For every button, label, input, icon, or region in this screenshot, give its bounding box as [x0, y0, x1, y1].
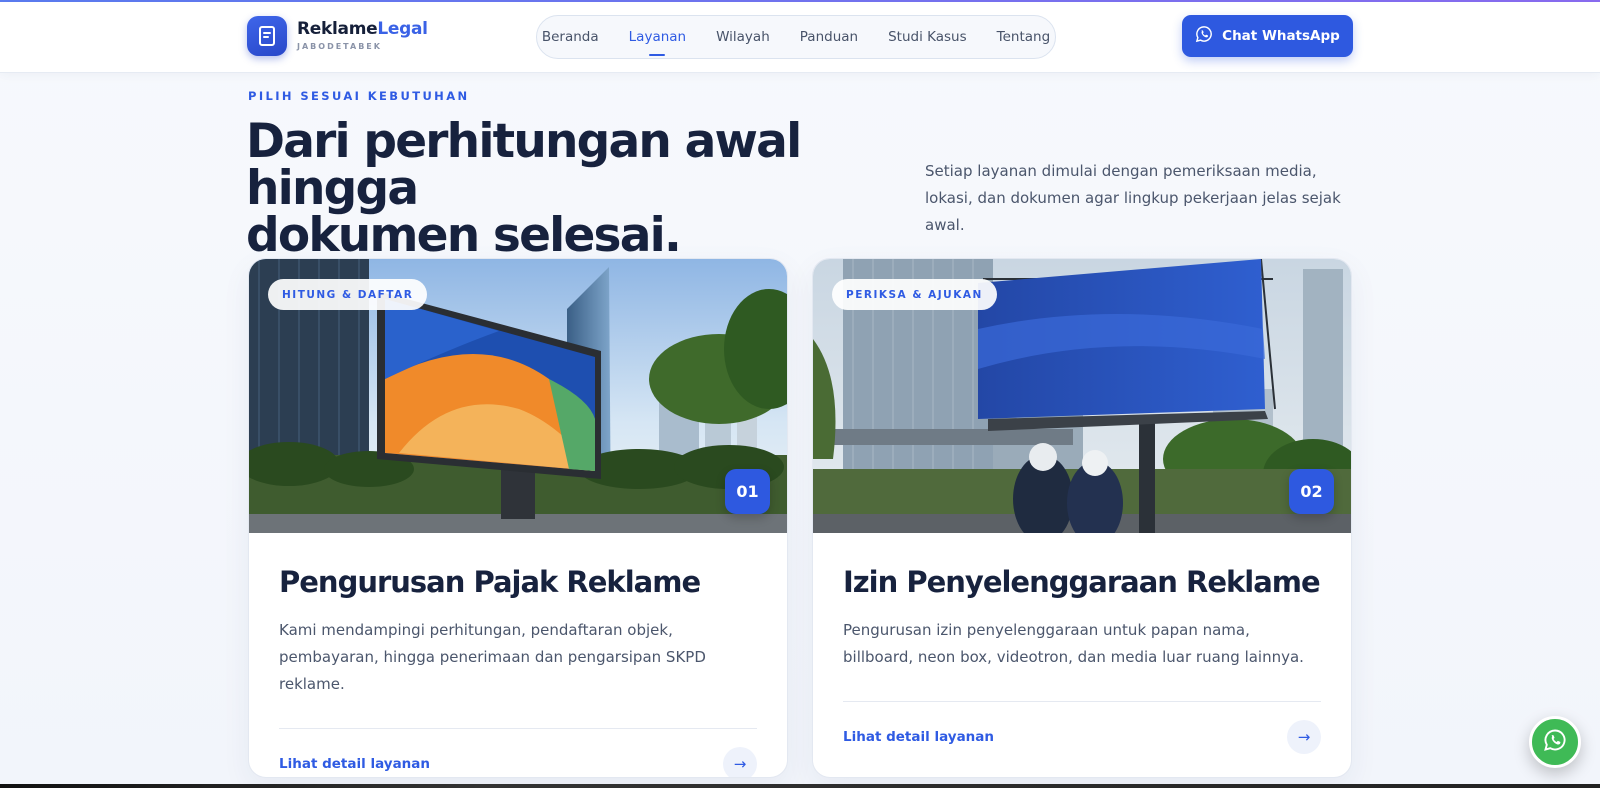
service-card-body: Izin Penyelenggaraan Reklame Pengurusan … [813, 565, 1351, 754]
card-footer: Lihat detail layanan → [843, 720, 1321, 754]
service-card-body: Pengurusan Pajak Reklame Kami mendamping… [249, 565, 787, 777]
service-detail-link[interactable]: Lihat detail layanan [279, 756, 430, 772]
service-number-badge: 01 [725, 469, 770, 514]
whatsapp-icon [1543, 728, 1567, 756]
nav-item-studi-kasus[interactable]: Studi Kasus [873, 29, 982, 45]
service-detail-link[interactable]: Lihat detail layanan [843, 729, 994, 745]
service-description: Pengurusan izin penyelenggaraan untuk pa… [843, 621, 1304, 666]
whatsapp-icon [1195, 25, 1213, 47]
service-card-pajak[interactable]: HITUNG & DAFTAR 01 Pengurusan Pajak Rekl… [248, 258, 788, 778]
service-title: Izin Penyelenggaraan Reklame [843, 565, 1321, 599]
service-number-badge: 02 [1289, 469, 1334, 514]
nav-item-wilayah[interactable]: Wilayah [701, 29, 785, 45]
service-image-billboard-city: HITUNG & DAFTAR 01 [249, 259, 787, 533]
nav-item-tentang[interactable]: Tentang [982, 29, 1066, 45]
section-headline: Dari perhitungan awal hingga dokumen sel… [246, 118, 886, 259]
window-bottom-edge [0, 784, 1600, 788]
chat-whatsapp-button[interactable]: Chat WhatsApp [1182, 15, 1353, 57]
brand-name: ReklameLegal [297, 21, 428, 38]
floating-whatsapp-button[interactable] [1529, 716, 1581, 768]
document-icon [247, 16, 287, 56]
nav-item-panduan[interactable]: Panduan [785, 29, 873, 45]
chat-whatsapp-label: Chat WhatsApp [1222, 28, 1340, 44]
card-footer: Lihat detail layanan → [279, 747, 757, 777]
brand-name-part1: Reklame [297, 19, 378, 39]
arrow-right-icon[interactable]: → [723, 747, 757, 777]
arrow-right-icon[interactable]: → [1287, 720, 1321, 754]
headline-line-2: dokumen selesai. [246, 208, 682, 263]
brand-text: ReklameLegal JABODETABEK [297, 21, 428, 51]
service-description: Kami mendampingi perhitungan, pendaftara… [279, 621, 706, 693]
main-nav: Beranda Layanan Wilayah Panduan Studi Ka… [536, 15, 1056, 59]
site-header: ReklameLegal JABODETABEK Beranda Layanan… [0, 2, 1600, 73]
brand-name-part2: Legal [377, 19, 428, 39]
nav-item-layanan[interactable]: Layanan [614, 29, 701, 45]
section-intro: Setiap layanan dimulai dengan pemeriksaa… [925, 162, 1341, 234]
nav-item-beranda[interactable]: Beranda [527, 29, 614, 45]
service-card-izin[interactable]: PERIKSA & AJUKAN 02 Izin Penyelenggaraan… [812, 258, 1352, 778]
service-tag: PERIKSA & AJUKAN [832, 279, 997, 310]
service-tag: HITUNG & DAFTAR [268, 279, 428, 310]
section-eyebrow: PILIH SESUAI KEBUTUHAN [248, 89, 470, 103]
service-image-billboard-inspection: PERIKSA & AJUKAN 02 [813, 259, 1351, 533]
brand-logo[interactable]: ReklameLegal JABODETABEK [247, 16, 428, 56]
headline-line-1: Dari perhitungan awal hingga [246, 114, 802, 216]
card-divider [279, 728, 757, 729]
brand-subtitle: JABODETABEK [297, 42, 382, 51]
service-title: Pengurusan Pajak Reklame [279, 565, 701, 599]
card-divider [843, 701, 1321, 702]
